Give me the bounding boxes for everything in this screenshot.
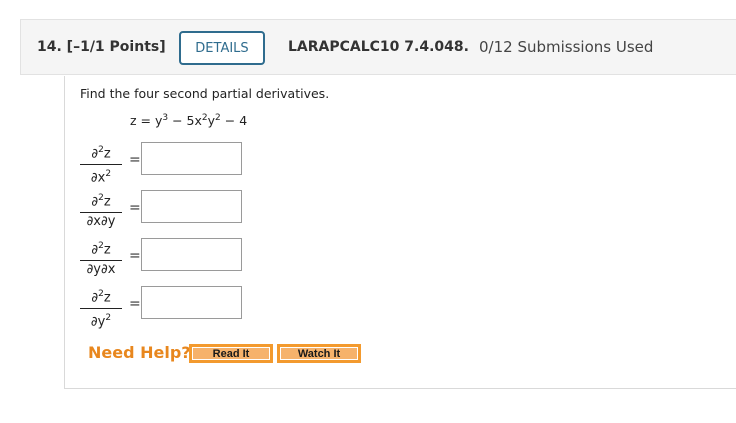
watch-it-button[interactable]: Watch It xyxy=(277,344,361,363)
function-equation: z = y3 − 5x2y2 − 4 xyxy=(130,113,248,129)
derivative-label-yx: ∂2z ∂y∂x xyxy=(80,238,122,278)
derivative-label-yy: ∂2z ∂y2 xyxy=(80,286,122,331)
derivative-row-yy: ∂2z ∂y2 = xyxy=(80,286,250,330)
answer-input-yx[interactable] xyxy=(141,238,242,271)
derivative-row-yx: ∂2z ∂y∂x = xyxy=(80,238,250,278)
read-it-button[interactable]: Read It xyxy=(189,344,273,363)
answer-input-xy[interactable] xyxy=(141,190,242,223)
submissions-used: 0/12 Submissions Used xyxy=(479,38,654,56)
need-help-label: Need Help? xyxy=(88,343,191,362)
derivative-row-xx: ∂2z ∂x2 = xyxy=(80,142,250,186)
equals-sign: = xyxy=(129,296,141,312)
equals-sign: = xyxy=(129,248,141,264)
equals-sign: = xyxy=(129,152,141,168)
problem-code: LARAPCALC10 7.4.048. xyxy=(288,39,469,55)
equals-sign: = xyxy=(129,200,141,216)
read-it-label: Read It xyxy=(192,347,270,360)
question-points-label: 14. [–1/1 Points] xyxy=(37,39,166,55)
answer-input-yy[interactable] xyxy=(141,286,242,319)
derivative-label-xy: ∂2z ∂x∂y xyxy=(80,190,122,230)
answer-input-xx[interactable] xyxy=(141,142,242,175)
question-prompt: Find the four second partial derivatives… xyxy=(80,86,330,101)
derivative-label-xx: ∂2z ∂x2 xyxy=(80,142,122,187)
question-header: 14. [–1/1 Points] DETAILS LARAPCALC10 7.… xyxy=(20,19,736,75)
details-button[interactable]: DETAILS xyxy=(179,31,265,65)
derivative-row-xy: ∂2z ∂x∂y = xyxy=(80,190,250,230)
watch-it-label: Watch It xyxy=(280,347,358,360)
